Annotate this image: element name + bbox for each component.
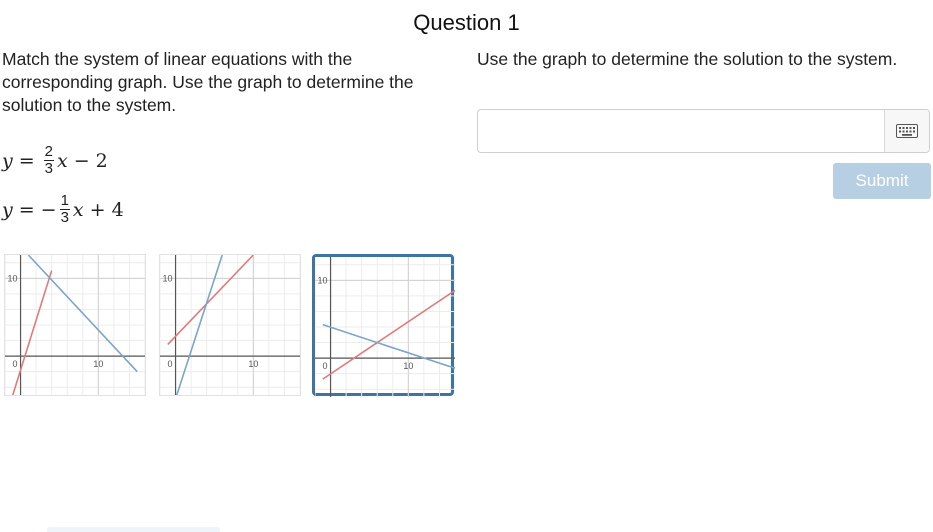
equation-2-numerator: 1 <box>59 192 70 210</box>
keyboard-icon <box>896 124 918 138</box>
graph-option-1[interactable]: 10 10 0 <box>4 254 146 396</box>
equation-1-denominator: 3 <box>44 160 53 177</box>
equation-2: y = − 1 3 x + 4 <box>2 193 124 226</box>
footer-bar <box>47 527 220 532</box>
x-tick-label: 10 <box>93 359 103 369</box>
red-line <box>167 255 254 345</box>
x-tick-label: 10 <box>403 361 413 371</box>
equation-2-denominator: 3 <box>60 209 69 226</box>
equation-2-variable: x <box>72 198 84 221</box>
equation-1: y = 2 3 x − 2 <box>2 144 108 177</box>
y-tick-label: 10 <box>8 273 18 283</box>
answer-input[interactable] <box>478 110 884 152</box>
answer-field <box>477 109 930 153</box>
question-prompt: Match the system of linear equations wit… <box>2 49 414 115</box>
answer-prompt: Use the graph to determine the solution … <box>477 49 898 69</box>
equation-1-lhs: y <box>2 149 13 172</box>
equation-1-numerator: 2 <box>43 143 54 161</box>
red-line <box>12 270 53 395</box>
keyboard-button[interactable] <box>884 110 929 152</box>
graph-option-3[interactable]: 10 10 0 <box>312 254 455 397</box>
equation-2-sign: − <box>40 198 57 221</box>
submit-button[interactable]: Submit <box>833 163 931 199</box>
blue-line <box>322 323 455 369</box>
red-line <box>322 289 455 380</box>
equation-2-lhs: y <box>2 198 13 221</box>
y-tick-label: 10 <box>318 275 328 285</box>
origin-tick-label: 0 <box>323 361 328 371</box>
graph-option-2-plot: 10 10 0 <box>160 255 300 395</box>
origin-tick-label: 0 <box>13 359 18 369</box>
equation-1-operator: − <box>73 149 90 172</box>
equation-2-constant: 4 <box>111 198 124 221</box>
equation-2-operator: + <box>89 198 106 221</box>
equation-2-fraction: 1 3 <box>59 192 70 226</box>
graph-option-2[interactable]: 10 10 0 <box>159 254 301 396</box>
question-title: Question 1 <box>413 10 520 35</box>
equation-1-fraction: 2 3 <box>43 143 54 177</box>
y-tick-label: 10 <box>163 273 173 283</box>
equation-1-constant: 2 <box>95 149 108 172</box>
equation-1-variable: x <box>57 149 68 172</box>
x-tick-label: 10 <box>248 359 258 369</box>
equation-2-equals: = <box>18 198 35 221</box>
graph-option-3-plot: 10 10 0 <box>315 257 455 397</box>
graph-option-1-plot: 10 10 0 <box>5 255 145 395</box>
origin-tick-label: 0 <box>168 359 173 369</box>
equation-1-equals: = <box>18 149 35 172</box>
